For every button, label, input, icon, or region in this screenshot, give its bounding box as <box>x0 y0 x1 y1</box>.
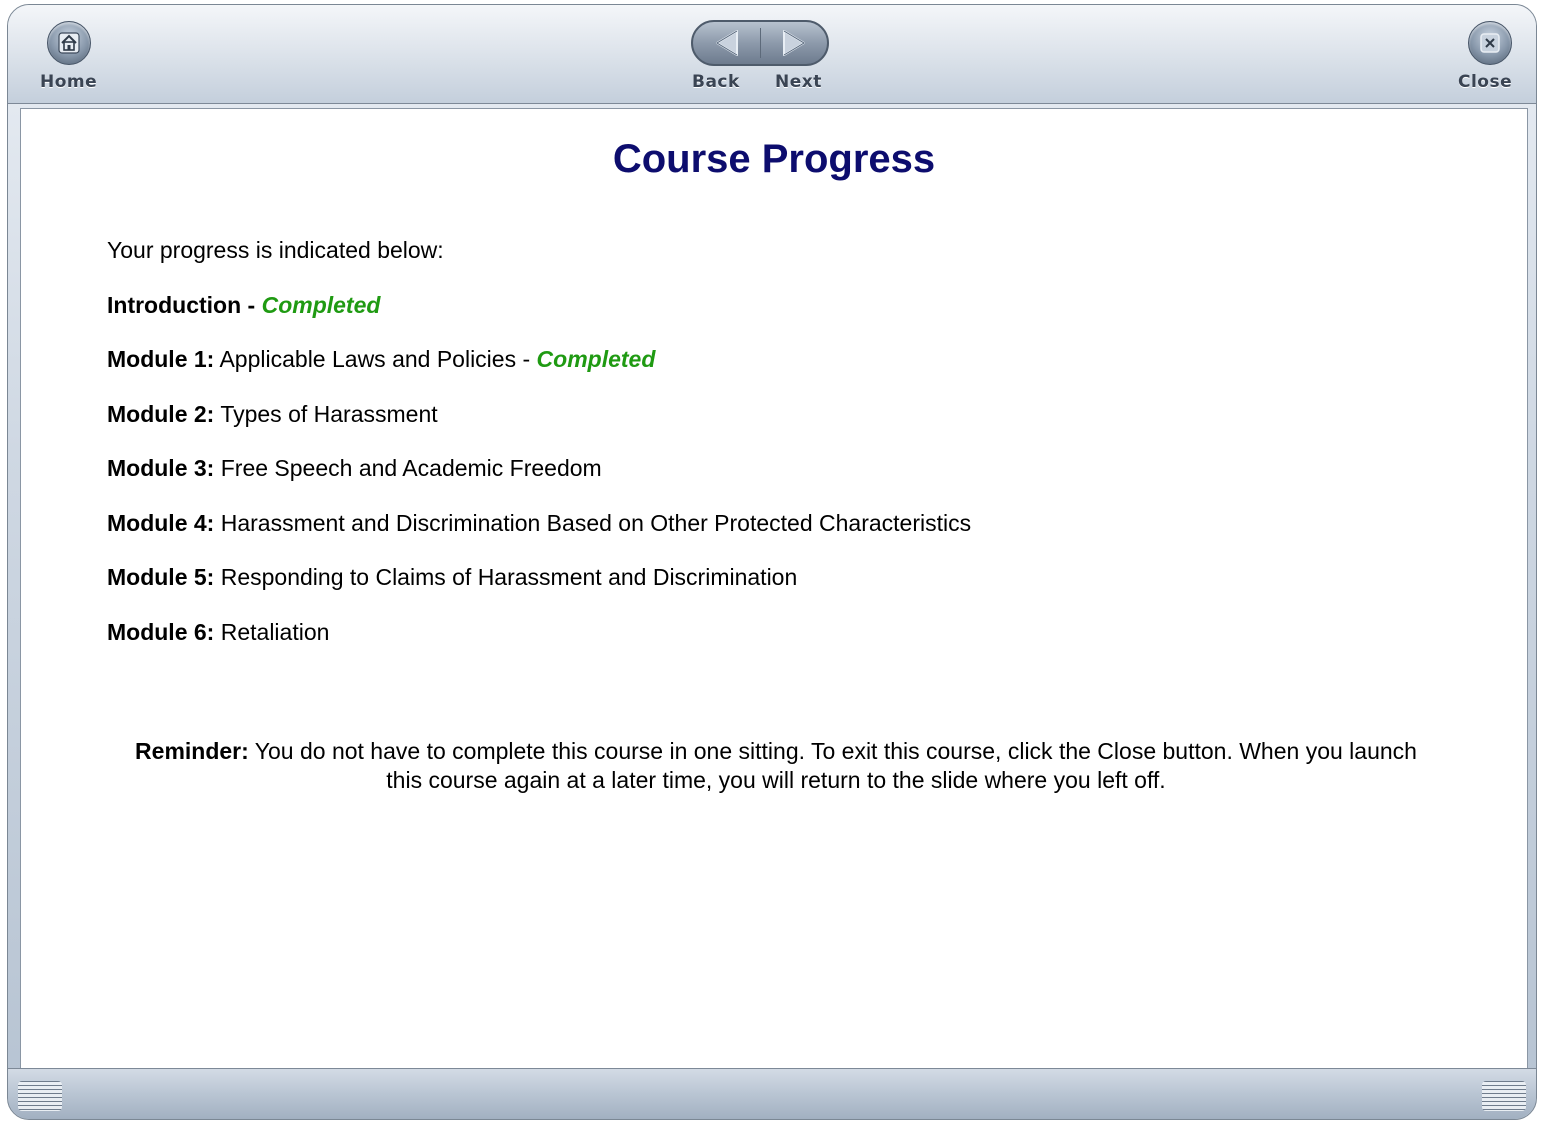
back-label[interactable]: Back <box>692 72 740 92</box>
progress-item-label: Module 5: <box>107 564 215 590</box>
back-next-control <box>691 20 829 66</box>
progress-item-module-2: Module 2: Types of Harassment <box>107 401 438 428</box>
status-completed: Completed <box>261 292 381 318</box>
progress-item-name: Free Speech and Academic Freedom <box>214 455 602 481</box>
progress-item-label: Module 4: <box>107 510 215 536</box>
next-button[interactable] <box>762 24 826 62</box>
close-button[interactable] <box>1468 21 1512 65</box>
home-button[interactable] <box>47 21 91 65</box>
progress-item-module-3: Module 3: Free Speech and Academic Freed… <box>107 455 602 482</box>
progress-item-name: Responding to Claims of Harassment and D… <box>214 564 798 590</box>
next-label[interactable]: Next <box>775 72 822 92</box>
right-arrow-icon <box>783 30 805 56</box>
reminder-text: You do not have to complete this course … <box>248 738 1417 793</box>
progress-item-module-6: Module 6: Retaliation <box>107 619 329 646</box>
left-menu-grip-icon[interactable] <box>18 1081 62 1111</box>
progress-item-label: Module 2: <box>107 401 215 427</box>
progress-item-name: Harassment and Discrimination Based on O… <box>214 510 972 536</box>
progress-item-separator: - <box>516 346 537 372</box>
close-icon <box>1480 33 1500 53</box>
page-title: Course Progress <box>612 137 936 181</box>
progress-item-name: Applicable Laws and Policies <box>214 346 517 372</box>
progress-item-name: Types of Harassment <box>214 401 438 427</box>
status-completed: Completed <box>536 346 656 372</box>
progress-intro: Your progress is indicated below: <box>107 237 444 263</box>
progress-item-label: Module 1: <box>107 346 215 372</box>
player-toolbar: Home Back Next Close <box>8 5 1536 104</box>
progress-item-introduction: Introduction - Completed <box>107 292 380 319</box>
left-arrow-icon <box>716 30 738 56</box>
close-label[interactable]: Close <box>1458 72 1512 92</box>
progress-item-label: Module 6: <box>107 619 215 645</box>
player-window: Home Back Next Close Course Progress You… <box>7 4 1537 1120</box>
home-label[interactable]: Home <box>40 72 97 92</box>
slide-content: Course Progress Your progress is indicat… <box>20 108 1528 1073</box>
progress-item-name: Retaliation <box>214 619 330 645</box>
progress-item-module-5: Module 5: Responding to Claims of Harass… <box>107 564 797 591</box>
player-footer <box>8 1068 1536 1119</box>
right-menu-grip-icon[interactable] <box>1482 1081 1526 1111</box>
nav-divider <box>760 28 761 58</box>
progress-item-module-4: Module 4: Harassment and Discrimination … <box>107 510 971 537</box>
progress-item-label: Introduction - <box>107 292 262 318</box>
back-button[interactable] <box>695 24 759 62</box>
reminder-note: Reminder: You do not have to complete th… <box>116 737 1436 795</box>
progress-item-label: Module 3: <box>107 455 215 481</box>
progress-item-module-1: Module 1: Applicable Laws and Policies -… <box>107 346 655 373</box>
home-icon <box>58 32 80 54</box>
reminder-label: Reminder: <box>135 738 249 764</box>
